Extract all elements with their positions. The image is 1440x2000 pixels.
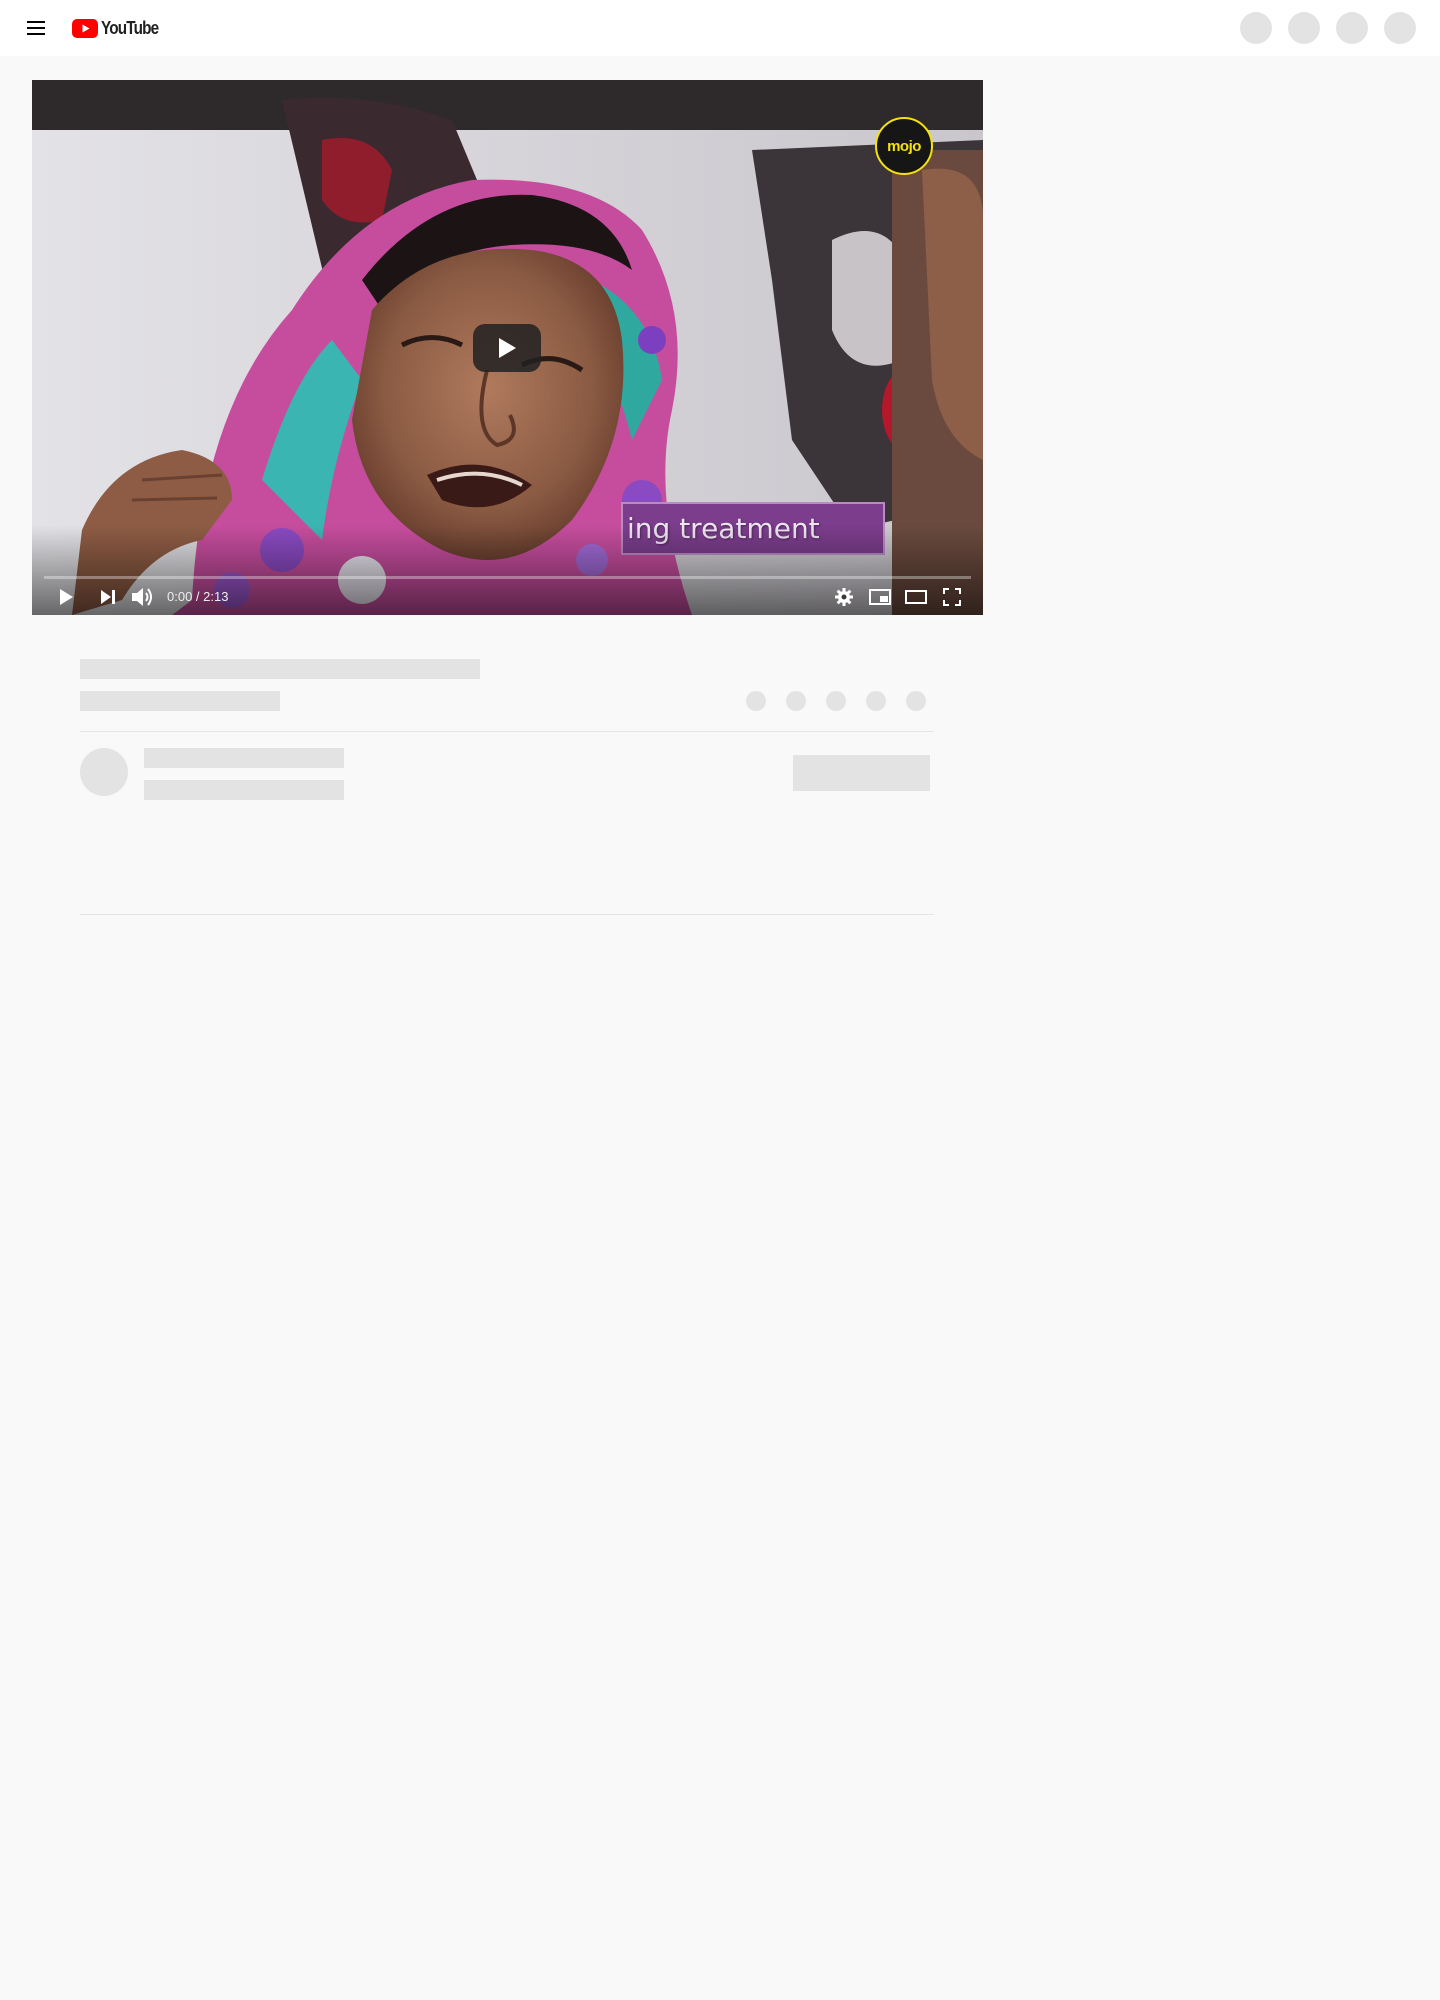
channel-avatar-skeleton	[80, 748, 128, 796]
action-button-skeleton	[866, 691, 886, 711]
action-button-skeleton	[786, 691, 806, 711]
play-icon	[499, 338, 516, 358]
masthead: YouTube	[0, 0, 1440, 56]
settings-icon	[835, 588, 853, 606]
mute-button[interactable]	[128, 583, 158, 611]
time-display: 0:00 / 2:13	[167, 589, 229, 604]
fullscreen-icon	[943, 588, 961, 606]
next-button[interactable]	[94, 583, 122, 611]
avatar-placeholder[interactable]	[1384, 12, 1416, 44]
volume-icon	[132, 588, 152, 606]
masthead-button-placeholder[interactable]	[1288, 12, 1320, 44]
channel-name-skeleton	[144, 748, 344, 768]
divider	[80, 914, 934, 915]
action-button-skeleton	[826, 691, 846, 711]
miniplayer-icon	[869, 589, 891, 605]
theater-mode-button[interactable]	[902, 583, 930, 611]
video-player[interactable]: mojo ing treatment 0:00 / 2:13	[32, 80, 983, 615]
channel-watermark-text: mojo	[887, 137, 921, 155]
fullscreen-button[interactable]	[938, 583, 966, 611]
next-icon	[101, 590, 115, 604]
youtube-logo-icon	[72, 18, 98, 38]
masthead-button-placeholder[interactable]	[1336, 12, 1368, 44]
menu-icon[interactable]	[20, 12, 52, 44]
youtube-logo[interactable]: YouTube	[72, 17, 168, 39]
logo-text: YouTube	[101, 17, 159, 38]
miniplayer-button[interactable]	[866, 583, 894, 611]
theater-mode-icon	[905, 590, 927, 604]
large-play-button[interactable]	[473, 324, 541, 372]
play-button[interactable]	[52, 583, 80, 611]
play-icon	[60, 589, 73, 605]
masthead-button-placeholder[interactable]	[1240, 12, 1272, 44]
channel-watermark[interactable]: mojo	[875, 117, 933, 175]
subscriber-count-skeleton	[144, 780, 344, 800]
divider	[80, 731, 934, 732]
subscribe-button-skeleton	[793, 755, 930, 791]
title-skeleton	[80, 659, 480, 679]
view-count-skeleton	[80, 691, 280, 711]
action-button-skeleton	[906, 691, 926, 711]
settings-button[interactable]	[830, 583, 858, 611]
progress-bar[interactable]	[44, 576, 971, 579]
action-button-skeleton	[746, 691, 766, 711]
